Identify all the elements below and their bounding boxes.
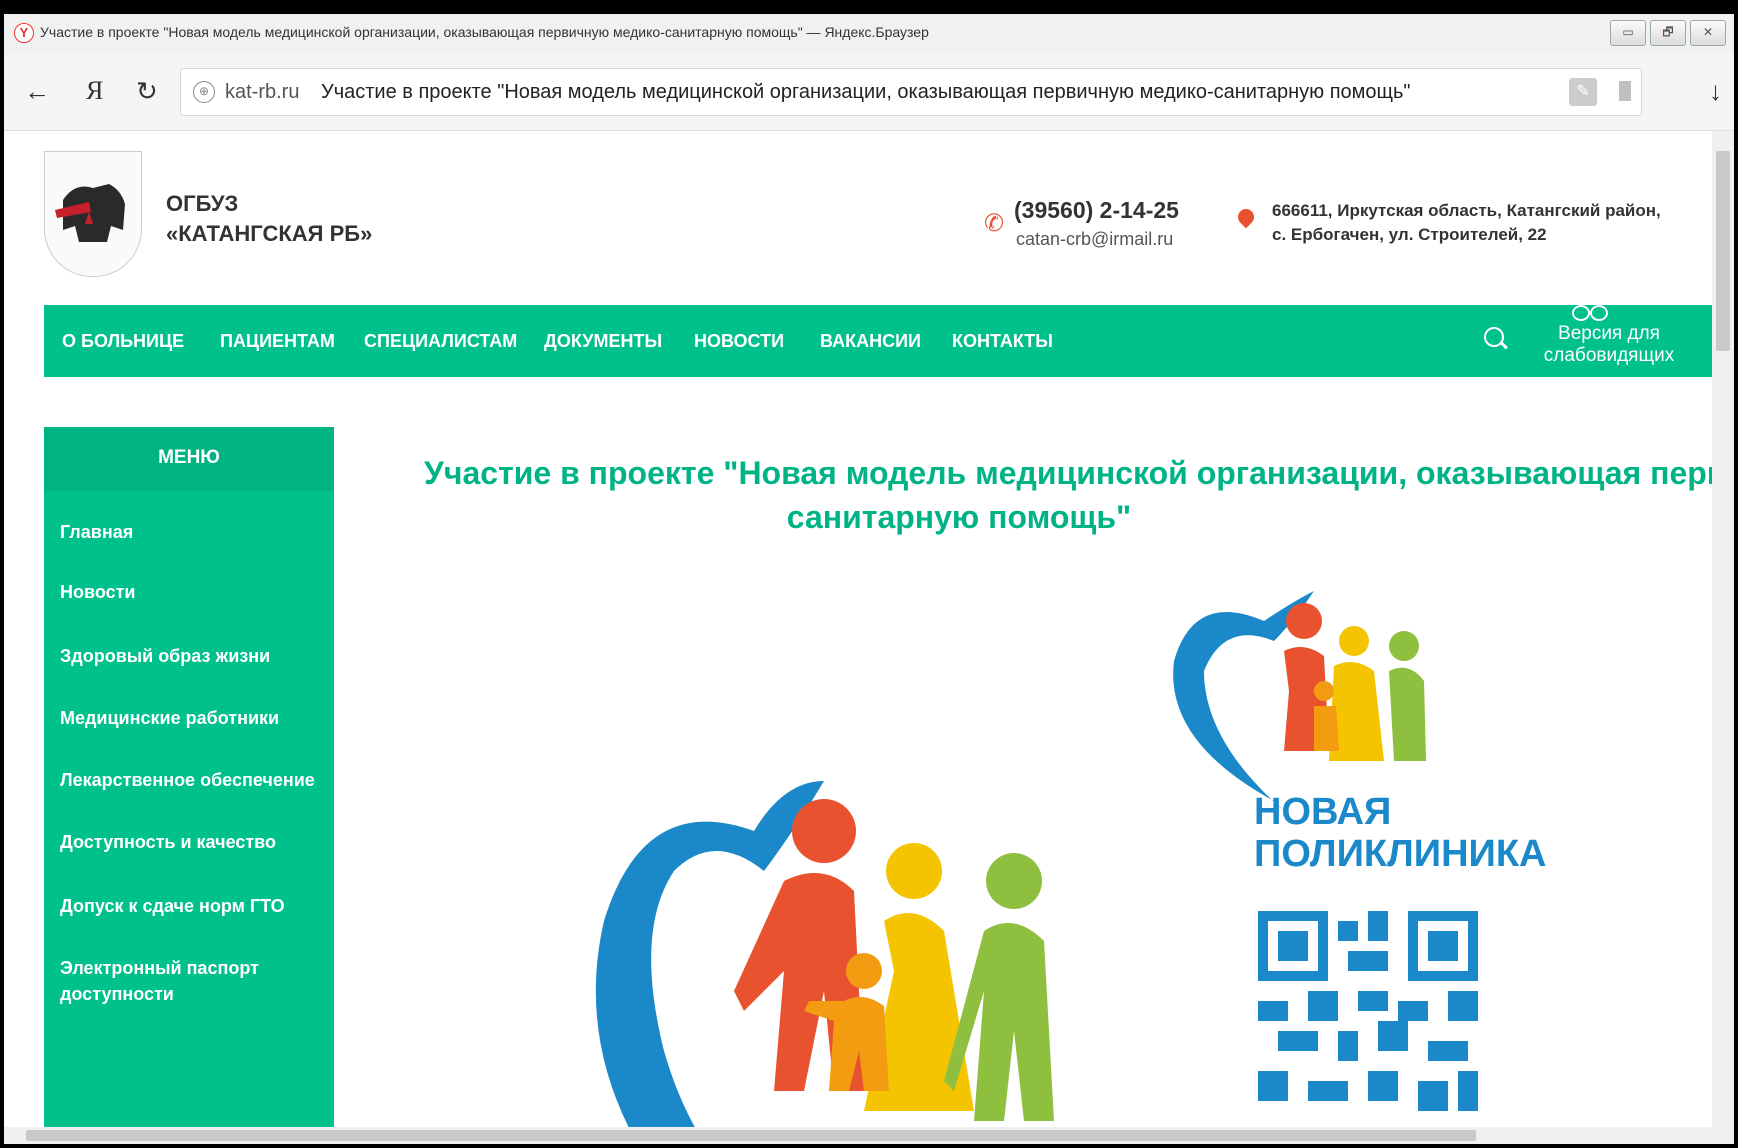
vision-line-2: слабовидящих <box>1543 345 1675 366</box>
sidebar-item-medical-staff[interactable]: Медицинские работники <box>60 705 326 731</box>
glasses-icon <box>1572 305 1608 321</box>
extension-icon[interactable]: ✎ <box>1569 78 1597 106</box>
yandex-home-icon[interactable]: Я <box>86 76 103 106</box>
low-vision-version-link[interactable]: Версия для слабовидящих <box>1534 323 1684 367</box>
brand-line-1: ОГБУЗ <box>166 191 239 216</box>
logo-line-1: НОВАЯ <box>1254 791 1392 833</box>
phone-icon: ✆ <box>984 210 1005 237</box>
logo-line-2: ПОЛИКЛИНИКА <box>1254 833 1547 875</box>
yandex-browser-icon: Y <box>14 23 34 43</box>
window-title: Участие в проекте "Новая модель медицинс… <box>40 24 929 40</box>
sidebar-header: МЕНЮ <box>44 427 334 491</box>
qr-code[interactable] <box>1258 911 1478 1127</box>
coat-of-arms-logo[interactable] <box>44 151 142 277</box>
search-icon[interactable] <box>1484 327 1504 347</box>
main-navigation: О БОЛЬНИЦЕ ПАЦИЕНТАМ СПЕЦИАЛИСТАМ ДОКУМЕ… <box>44 305 1712 377</box>
family-heart-illustration <box>595 781 1054 1127</box>
sidebar-item-healthy-lifestyle[interactable]: Здоровый образ жизни <box>60 643 326 669</box>
close-button[interactable]: ✕ <box>1690 20 1726 46</box>
title-line-2: санитарную помощь" <box>786 499 1132 535</box>
horizontal-scroll-thumb[interactable] <box>26 1130 1476 1141</box>
nav-item-contacts[interactable]: КОНТАКТЫ <box>952 331 1053 352</box>
nav-item-about[interactable]: О БОЛЬНИЦЕ <box>62 331 184 352</box>
sidebar-item-drug-supply[interactable]: Лекарственное обеспечение <box>60 767 326 793</box>
address-line-2: с. Ербогачен, ул. Строителей, 22 <box>1272 225 1547 244</box>
url-field[interactable]: ⊕ kat-rb.ru Участие в проекте "Новая мод… <box>180 68 1642 116</box>
window-controls: ▭ 🗗 ✕ <box>1610 20 1726 46</box>
vision-line-1: Версия для <box>1558 323 1660 344</box>
sidebar-item-accessibility-quality[interactable]: Доступность и качество <box>60 829 326 855</box>
email-address[interactable]: catan-crb@irmail.ru <box>1016 229 1173 250</box>
url-page-title: Участие в проекте "Новая модель медицинс… <box>321 81 1411 103</box>
browser-window: Y Участие в проекте "Новая модель медици… <box>4 14 1734 1144</box>
bookmark-icon[interactable] <box>1619 81 1631 101</box>
web-page: ОГБУЗ «КАТАНГСКАЯ РБ» ✆ (39560) 2-14-25 … <box>4 131 1712 1127</box>
nav-item-specialists[interactable]: СПЕЦИАЛИСТАМ <box>364 331 517 352</box>
horizontal-scrollbar[interactable] <box>4 1127 1734 1144</box>
phone-number[interactable]: (39560) 2-14-25 <box>1014 197 1179 224</box>
download-icon[interactable]: ↓ <box>1709 76 1722 107</box>
nav-item-vacancies[interactable]: ВАКАНСИИ <box>820 331 921 352</box>
nav-item-documents[interactable]: ДОКУМЕНТЫ <box>544 331 662 352</box>
vertical-scrollbar[interactable] <box>1712 131 1734 1127</box>
back-icon[interactable]: ← <box>24 76 50 106</box>
sidebar-item-news[interactable]: Новости <box>60 579 326 605</box>
url-host: kat-rb.ru <box>225 81 300 103</box>
article-title: Участие в проекте "Новая модель медицинс… <box>364 451 1712 539</box>
title-bar: Y Участие в проекте "Новая модель медици… <box>4 14 1734 55</box>
nav-item-news[interactable]: НОВОСТИ <box>694 331 784 352</box>
brand-line-2: «КАТАНГСКАЯ РБ» <box>166 221 373 246</box>
sidebar-title: МЕНЮ <box>158 447 220 468</box>
sidebar-item-gto[interactable]: Допуск к сдаче норм ГТО <box>60 893 326 919</box>
address-line-1: 666611, Иркутская область, Катангский ра… <box>1272 201 1661 220</box>
globe-icon: ⊕ <box>193 81 215 103</box>
nav-item-patients[interactable]: ПАЦИЕНТАМ <box>220 331 335 352</box>
sidebar-item-accessibility-passport[interactable]: Электронный паспорт доступности <box>60 955 300 1007</box>
reload-icon[interactable]: ↻ <box>136 76 158 106</box>
location-pin-icon <box>1234 205 1258 229</box>
restore-button[interactable]: 🗗 <box>1650 20 1686 46</box>
vertical-scroll-thumb[interactable] <box>1716 151 1730 351</box>
postal-address: 666611, Иркутская область, Катангский ра… <box>1272 199 1661 247</box>
minimize-button[interactable]: ▭ <box>1610 20 1646 46</box>
new-polyclinic-text: НОВАЯ ПОЛИКЛИНИКА <box>1254 791 1546 875</box>
hospital-name[interactable]: ОГБУЗ «КАТАНГСКАЯ РБ» <box>166 189 372 249</box>
address-bar: ← Я ↻ ⊕ kat-rb.ru Участие в проекте "Нов… <box>4 54 1734 131</box>
title-line-1: Участие в проекте "Новая модель медицинс… <box>424 455 1712 491</box>
